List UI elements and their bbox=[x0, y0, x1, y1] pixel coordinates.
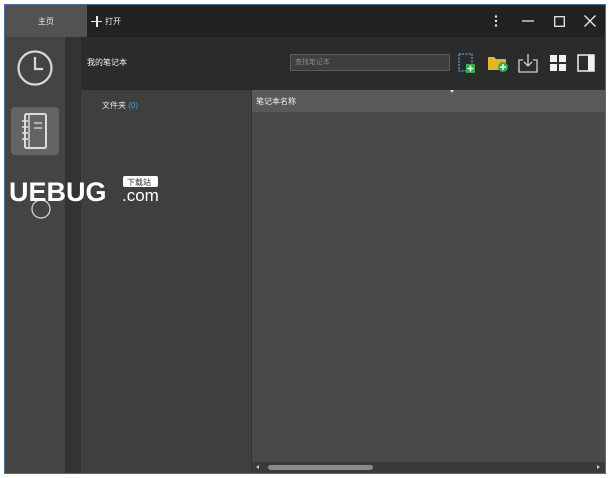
minimize-icon bbox=[522, 20, 534, 22]
scroll-left-icon[interactable] bbox=[256, 465, 259, 469]
watermark-domain: .com bbox=[122, 186, 159, 205]
new-notebook-icon bbox=[458, 53, 475, 73]
tab-open-label: 打开 bbox=[105, 16, 121, 26]
app-window: 主页 打开 我的笔记本 查找笔记本 文件夹 (0) 笔记本名称 UEBUG 下载… bbox=[4, 4, 606, 474]
horizontal-scrollbar[interactable] bbox=[252, 462, 605, 473]
scroll-right-icon[interactable] bbox=[597, 465, 600, 469]
side-rail bbox=[5, 37, 65, 473]
tab-home-label: 主页 bbox=[38, 16, 54, 26]
folder-count: (0) bbox=[128, 101, 139, 110]
title-bar: 主页 打开 bbox=[5, 5, 605, 37]
minimize-button[interactable] bbox=[513, 5, 543, 37]
grid-view-button[interactable] bbox=[547, 52, 569, 74]
close-button[interactable] bbox=[575, 5, 605, 37]
folder-label: 文件夹 bbox=[102, 101, 126, 110]
search-input[interactable] bbox=[290, 54, 450, 71]
import-icon bbox=[518, 54, 538, 73]
folder-pane: 文件夹 (0) bbox=[81, 90, 251, 473]
watermark-logo: UEBUG 下载站 .com bbox=[5, 173, 165, 223]
notebook-list: 笔记本名称 bbox=[251, 90, 605, 473]
maximize-icon bbox=[553, 15, 565, 27]
watermark-brand: UEBUG bbox=[9, 177, 107, 207]
clock-icon bbox=[17, 50, 53, 86]
sort-caret-icon bbox=[450, 90, 454, 93]
more-menu-button[interactable] bbox=[481, 5, 511, 37]
notebooks-view: 我的笔记本 查找笔记本 文件夹 (0) 笔记本名称 bbox=[81, 37, 605, 473]
rail-recent-button[interactable] bbox=[11, 44, 59, 92]
plus-icon bbox=[91, 15, 102, 27]
grid-view-icon bbox=[550, 55, 566, 71]
close-icon bbox=[584, 15, 596, 27]
new-notebook-button[interactable] bbox=[456, 52, 478, 74]
maximize-button[interactable] bbox=[544, 5, 574, 37]
column-header-name[interactable]: 笔记本名称 bbox=[252, 90, 605, 112]
rail-notebooks-button[interactable] bbox=[11, 107, 59, 155]
scrollbar-thumb[interactable] bbox=[268, 465, 373, 470]
panel-toggle-button[interactable] bbox=[575, 52, 597, 74]
tab-open[interactable]: 打开 bbox=[91, 5, 121, 37]
column-header-label: 笔记本名称 bbox=[256, 96, 296, 106]
page-title: 我的笔记本 bbox=[87, 58, 127, 67]
more-vertical-icon bbox=[494, 15, 498, 27]
import-button[interactable] bbox=[517, 52, 539, 74]
notebook-icon bbox=[22, 113, 47, 149]
rail-divider bbox=[65, 37, 81, 473]
new-folder-button[interactable] bbox=[487, 52, 509, 74]
new-folder-icon bbox=[488, 57, 508, 72]
panel-toggle-icon bbox=[577, 54, 595, 72]
tab-home[interactable]: 主页 bbox=[5, 5, 87, 37]
folder-tree-item[interactable]: 文件夹 (0) bbox=[102, 100, 138, 111]
